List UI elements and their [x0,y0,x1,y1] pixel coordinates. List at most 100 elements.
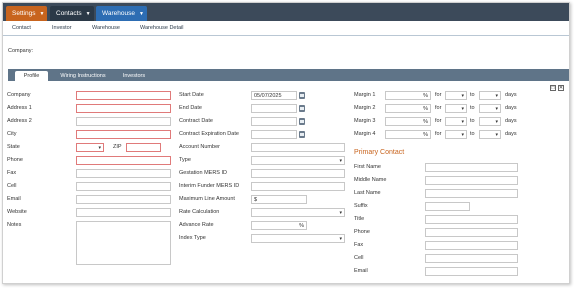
notes-textarea[interactable] [76,221,171,265]
warehouse-menu[interactable]: Warehouse ▼ [96,6,147,21]
margin4-input[interactable]: % [385,130,431,139]
zip-input[interactable] [126,143,161,152]
subnav-warehouse-detail[interactable]: Warehouse Detail [140,25,184,31]
calendar-icon[interactable] [299,92,305,99]
type-select[interactable]: ▾ [251,156,345,165]
contact-fax-input[interactable] [425,241,518,250]
margin1-to-select[interactable]: ▾ [479,91,501,100]
state-field-label: State [7,144,20,150]
percent-suffix: % [423,118,428,125]
for-label: for [435,118,442,124]
margin1-input[interactable]: % [385,91,431,100]
tab-profile[interactable]: Profile [15,71,48,81]
contract-expiration-date-input[interactable] [251,130,297,139]
company-field-label: Company [7,92,31,98]
cell-input[interactable] [76,182,171,191]
chevron-down-icon: ▾ [461,118,464,125]
advance-rate-label: Advance Rate [179,222,214,228]
margin1-label: Margin 1 [354,92,376,98]
index-type-select[interactable]: ▾ [251,234,345,243]
address2-input[interactable] [76,117,171,126]
margin2-for-select[interactable]: ▾ [445,104,467,113]
company-input[interactable] [76,91,171,100]
chevron-down-icon: ▾ [339,157,342,164]
account-number-input[interactable] [251,143,345,152]
chevron-down-icon: ▾ [461,131,464,138]
title-input[interactable] [425,215,518,224]
calendar-icon[interactable] [299,105,305,112]
settings-menu[interactable]: Settings ▼ [6,6,47,21]
interim-funder-mers-id-input[interactable] [251,182,345,191]
restore-icon[interactable]: □ [550,85,556,91]
website-field-label: Website [7,209,27,215]
tab-wiring-instructions[interactable]: Wiring Instructions [54,71,112,81]
website-input[interactable] [76,208,171,217]
contacts-menu[interactable]: Contacts ▼ [50,6,94,21]
days-label: days [505,118,517,124]
to-label: to [470,131,475,137]
days-label: days [505,92,517,98]
contact-email-input[interactable] [425,267,518,276]
contact-cell-input[interactable] [425,254,518,263]
margin2-to-select[interactable]: ▾ [479,104,501,113]
chevron-down-icon: ▾ [495,105,498,112]
first-name-label: First Name [354,164,381,170]
to-label: to [470,105,475,111]
percent-suffix: % [423,105,428,112]
end-date-input[interactable] [251,104,297,113]
interim-funder-mers-id-label: Interim Funder MERS ID [179,183,240,189]
contact-cell-label: Cell [354,255,364,261]
close-icon[interactable]: ✕ [558,85,564,91]
last-name-input[interactable] [425,189,518,198]
city-input[interactable] [76,130,171,139]
rate-calculation-select[interactable]: ▾ [251,208,345,217]
company-label: Company: [8,48,34,54]
gestation-mers-id-input[interactable] [251,169,345,178]
contact-email-label: Email [354,268,368,274]
gestation-mers-id-label: Gestation MERS ID [179,170,227,176]
contacts-menu-label: Contacts [56,10,82,17]
tab-bar: Profile Wiring Instructions Investors [8,69,569,81]
address2-field-label: Address 2 [7,118,32,124]
end-date-label: End Date [179,105,202,111]
address1-input[interactable] [76,104,171,113]
email-field-label: Email [7,196,21,202]
calendar-icon[interactable] [299,131,305,138]
chevron-down-icon: ▼ [139,10,144,17]
title-label: Title [354,216,365,222]
subnav-contact[interactable]: Contact [12,25,31,31]
contract-date-input[interactable] [251,117,297,126]
margin2-input[interactable]: % [385,104,431,113]
margin3-to-select[interactable]: ▾ [479,117,501,126]
phone-input[interactable] [76,156,171,165]
margin4-for-select[interactable]: ▾ [445,130,467,139]
calendar-icon[interactable] [299,118,305,125]
state-select[interactable]: ▾ [76,143,104,152]
chevron-down-icon: ▾ [495,118,498,125]
percent-suffix: % [423,131,428,138]
for-label: for [435,105,442,111]
subnav-investor[interactable]: Investor [52,25,72,31]
maximum-line-amount-input[interactable]: $ [251,195,307,204]
start-date-input[interactable]: 05/07/2025 [251,91,297,100]
margin4-label: Margin 4 [354,131,376,137]
address1-field-label: Address 1 [7,105,32,111]
suffix-label: Suffix [354,203,368,209]
margin4-to-select[interactable]: ▾ [479,130,501,139]
margin3-input[interactable]: % [385,117,431,126]
fax-input[interactable] [76,169,171,178]
suffix-input[interactable] [425,202,470,211]
margin3-for-select[interactable]: ▾ [445,117,467,126]
contact-phone-input[interactable] [425,228,518,237]
chevron-down-icon: ▾ [98,144,101,151]
email-input[interactable] [76,195,171,204]
middle-name-input[interactable] [425,176,518,185]
subnav-warehouse[interactable]: Warehouse [92,25,120,31]
settings-menu-label: Settings [12,10,36,17]
chevron-down-icon: ▾ [339,209,342,216]
top-navigation: Settings ▼ Contacts ▼ Warehouse ▼ [3,3,569,21]
tab-investors[interactable]: Investors [118,71,150,81]
margin1-for-select[interactable]: ▾ [445,91,467,100]
advance-rate-input[interactable]: % [251,221,307,230]
first-name-input[interactable] [425,163,518,172]
